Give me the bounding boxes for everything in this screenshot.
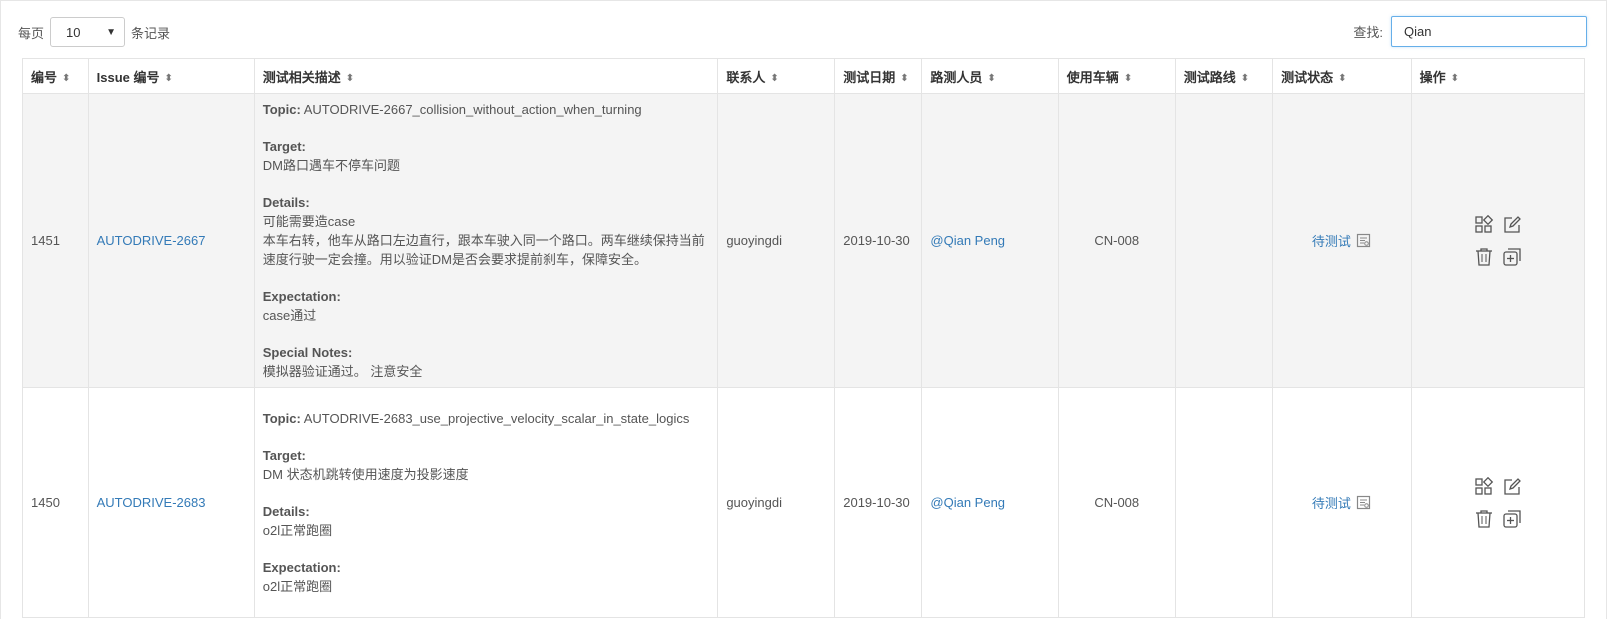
cell-date: 2019-10-30 — [834, 93, 923, 388]
expectation-text: case通过 — [262, 308, 317, 323]
table-panel: 每页 10 ▼ 条记录 查找: 编号⬍ Issue 编号⬍ 测试相关描述⬍ 联系… — [0, 0, 1607, 619]
copy-add-icon[interactable] — [1500, 507, 1524, 531]
table-row: 1451 AUTODRIVE-2667 Topic: AUTODRIVE-266… — [22, 93, 1586, 388]
col-header-tester[interactable]: 路测人员 ⬍ — [921, 58, 1059, 94]
cell-vehicle: CN-008 — [1057, 93, 1176, 388]
details-label: Details: — [262, 504, 310, 519]
cell-id: 1451 — [22, 93, 89, 388]
cell-tester: @Qian Peng — [921, 93, 1059, 388]
col-header-route[interactable]: 测试路线 ⬍ — [1174, 58, 1274, 94]
notes-text: 模拟器验证通过。 注意安全 — [262, 364, 423, 379]
col-header-description[interactable]: 测试相关描述 ⬍ — [253, 58, 719, 94]
sort-icon[interactable]: ⬍ — [346, 73, 354, 84]
status-link[interactable]: 待测试 — [1312, 493, 1351, 512]
col-header-date[interactable]: 测试日期 ⬍ — [834, 58, 923, 94]
page-length-select[interactable]: 10 ▼ — [50, 17, 126, 47]
apps-icon[interactable] — [1472, 213, 1496, 237]
table-header-row: 编号 ⬍ Issue 编号 ⬍ 测试相关描述 ⬍ 联系人 ⬍ 测试日期 ⬍ 路测人员 ⬍ 使… — [22, 58, 1586, 94]
expectation-label: Expectation: — [262, 289, 341, 304]
expectation-label: Expectation: — [262, 560, 341, 575]
topic-text: AUTODRIVE-2667_collision_without_action_… — [303, 102, 642, 117]
col-header-status[interactable]: 测试状态 ⬍ — [1272, 58, 1412, 94]
cell-route — [1174, 93, 1274, 388]
cell-status: 待测试 — [1272, 387, 1412, 618]
cell-date: 2019-10-30 — [834, 387, 923, 618]
search-box: 查找: — [1353, 16, 1587, 47]
col-header-vehicle[interactable]: 使用车辆 ⬍ — [1057, 58, 1176, 94]
details-label: Details: — [262, 195, 310, 210]
report-icon[interactable] — [1356, 495, 1372, 511]
cell-tester: @Qian Peng — [921, 387, 1059, 618]
apps-icon[interactable] — [1472, 475, 1496, 499]
cell-issue: AUTODRIVE-2683 — [87, 387, 255, 618]
topic-text: AUTODRIVE-2683_use_projective_velocity_s… — [303, 411, 690, 426]
edit-icon[interactable] — [1500, 213, 1524, 237]
cell-contact: guoyingdi — [717, 93, 836, 388]
sort-icon[interactable]: ⬍ — [987, 73, 995, 84]
table-row: 1450 AUTODRIVE-2683 Topic: AUTODRIVE-268… — [22, 387, 1586, 618]
target-text: DM 状态机跳转使用速度为投影速度 — [262, 467, 469, 482]
cell-id: 1450 — [22, 387, 89, 618]
copy-add-icon[interactable] — [1500, 245, 1524, 269]
cell-description: Topic: AUTODRIVE-2683_use_projective_vel… — [253, 387, 719, 618]
length-prefix: 每页 — [18, 25, 45, 41]
issue-link[interactable]: AUTODRIVE-2683 — [97, 495, 206, 510]
status-link[interactable]: 待测试 — [1312, 231, 1351, 250]
edit-icon[interactable] — [1500, 475, 1524, 499]
length-menu: 每页 10 ▼ 条记录 — [18, 17, 170, 47]
length-suffix: 条记录 — [131, 25, 171, 41]
target-label: Target: — [262, 139, 306, 154]
test-table: 编号 ⬍ Issue 编号 ⬍ 测试相关描述 ⬍ 联系人 ⬍ 测试日期 ⬍ 路测人员 ⬍ 使… — [22, 58, 1586, 618]
sort-icon[interactable]: ⬍ — [1124, 73, 1132, 84]
cell-route — [1174, 387, 1274, 618]
cell-actions — [1410, 387, 1586, 618]
sort-icon[interactable]: ⬍ — [164, 73, 172, 84]
col-header-actions[interactable]: 操作 ⬍ — [1410, 58, 1586, 94]
sort-icon[interactable]: ⬍ — [770, 73, 778, 84]
tester-link[interactable]: @Qian Peng — [930, 233, 1005, 248]
trash-icon[interactable] — [1472, 245, 1496, 269]
page-length-value: 10 — [66, 24, 81, 40]
tester-link[interactable]: @Qian Peng — [930, 495, 1005, 510]
report-icon[interactable] — [1356, 233, 1372, 249]
col-header-issue[interactable]: Issue 编号 ⬍ — [87, 58, 255, 94]
details-text: o2l正常跑圈 — [262, 523, 333, 538]
cell-issue: AUTODRIVE-2667 — [87, 93, 255, 388]
target-label: Target: — [262, 448, 306, 463]
sort-icon[interactable]: ⬍ — [1451, 73, 1459, 84]
sort-icon[interactable]: ⬍ — [1338, 73, 1346, 84]
expectation-text: o2l正常跑圈 — [262, 579, 333, 594]
col-header-id[interactable]: 编号 ⬍ — [22, 58, 89, 94]
cell-description: Topic: AUTODRIVE-2667_collision_without_… — [253, 93, 719, 388]
target-text: DM路口遇车不停车问题 — [262, 158, 400, 173]
search-input[interactable] — [1391, 16, 1587, 47]
issue-link[interactable]: AUTODRIVE-2667 — [97, 233, 206, 248]
cell-vehicle: CN-008 — [1057, 387, 1176, 618]
sort-icon[interactable]: ⬍ — [62, 73, 70, 84]
details-text: 可能需要造case — [262, 214, 356, 229]
caret-down-icon: ▼ — [106, 26, 117, 38]
topic-label: Topic: — [262, 411, 301, 426]
cell-status: 待测试 — [1272, 93, 1412, 388]
sort-icon[interactable]: ⬍ — [900, 73, 908, 84]
trash-icon[interactable] — [1472, 507, 1496, 531]
notes-label: Special Notes: — [262, 345, 353, 360]
details-text: 本车右转，他车从路口左边直行，跟本车驶入同一个路口。两车继续保持当前速度行驶一定… — [262, 233, 705, 267]
topic-label: Topic: — [262, 102, 301, 117]
cell-actions — [1410, 93, 1586, 388]
search-label: 查找: — [1353, 25, 1383, 40]
col-header-contact[interactable]: 联系人 ⬍ — [717, 58, 836, 94]
sort-icon[interactable]: ⬍ — [1241, 73, 1249, 84]
cell-contact: guoyingdi — [717, 387, 836, 618]
